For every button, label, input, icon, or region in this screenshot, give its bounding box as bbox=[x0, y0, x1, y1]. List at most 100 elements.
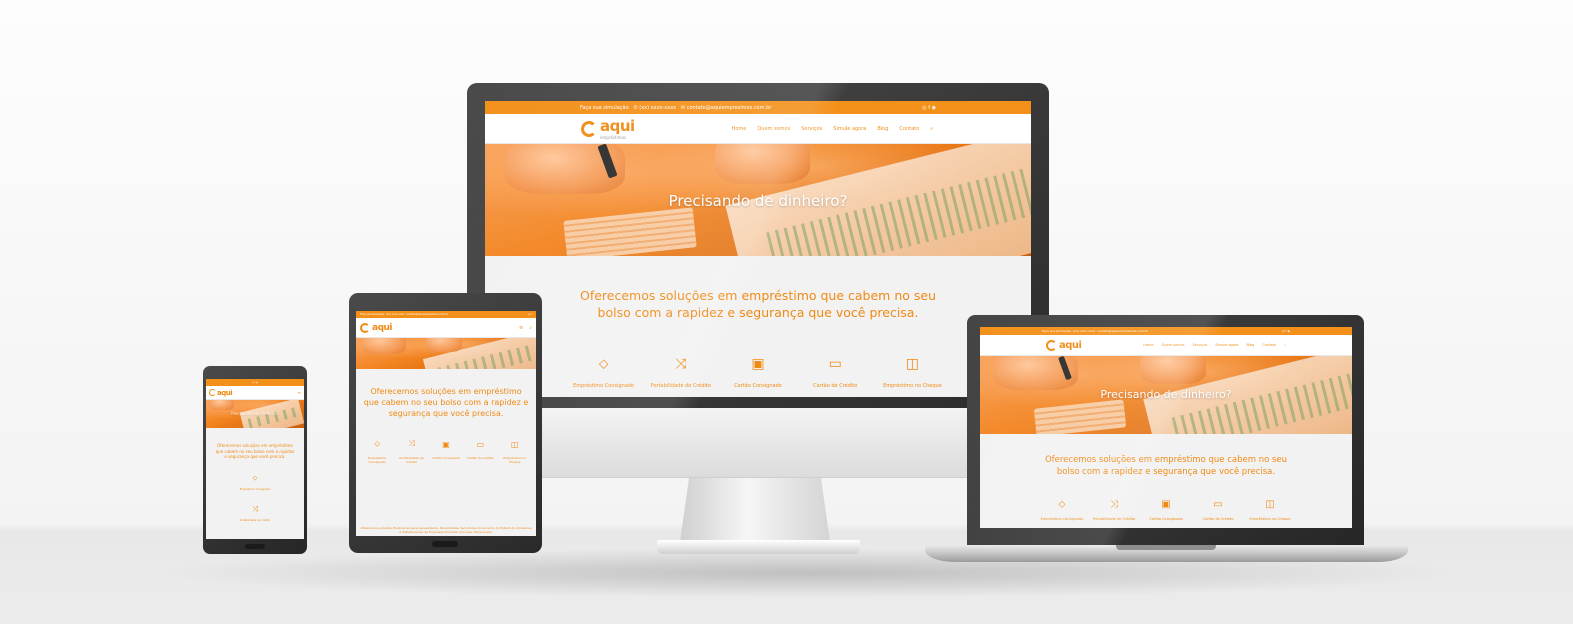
facebook-icon[interactable]: f bbox=[531, 313, 532, 316]
topbar-phone[interactable]: (xx) xxxx-xxxx bbox=[1073, 329, 1095, 333]
service-label: Empréstimo no Cheque bbox=[883, 383, 942, 389]
nav-blog[interactable]: Blog bbox=[877, 126, 888, 132]
nav-blog[interactable]: Blog bbox=[1246, 343, 1254, 347]
site-navbar: aqui empréstimos Home Quem somos Serviço… bbox=[485, 114, 1031, 144]
topbar-phone[interactable]: (xx) xxxx-xxxx bbox=[386, 313, 404, 316]
whatsapp-icon[interactable]: ◉ bbox=[932, 105, 936, 111]
service-cartao-credito[interactable]: ▭ Cartão de Crédito bbox=[1192, 498, 1244, 522]
service-label: Portabilidade de Crédito bbox=[239, 518, 271, 522]
services-list: ⬦ Empréstimo Consignado ⤨ Portabilidade … bbox=[206, 474, 304, 536]
footer-text: Oferecemos soluções financeiras para Apo… bbox=[360, 526, 532, 534]
topbar-email[interactable]: contato@aquiempresimos.com.br bbox=[1097, 329, 1148, 333]
search-icon[interactable]: ⌕ bbox=[1284, 343, 1286, 347]
nav-servicos[interactable]: Serviços bbox=[1193, 343, 1208, 347]
nav-simule-agora[interactable]: Simule agora bbox=[833, 126, 866, 132]
shuffle-icon: ⤨ bbox=[408, 439, 415, 448]
id-card-icon: ▣ bbox=[751, 356, 765, 372]
topbar-email[interactable]: contato@aquiempresimos.com.br bbox=[406, 313, 448, 316]
nav-quem-somos[interactable]: Quem somos bbox=[1162, 343, 1185, 347]
site-navbar: aqui Home Quem somos Serviços Simule ago… bbox=[980, 335, 1352, 356]
simulacao-link[interactable]: Faça sua simulação bbox=[1042, 329, 1071, 333]
facebook-icon[interactable]: f bbox=[928, 105, 930, 111]
service-label: Empréstimo Consignado bbox=[368, 456, 387, 464]
topbar-contact: Faça sua simulação (xx) xxxx-xxxx contat… bbox=[360, 313, 448, 316]
nav-servicos[interactable]: Serviços bbox=[801, 126, 822, 132]
hero-title: Precisando de dinheiro? bbox=[668, 192, 848, 210]
service-label: Empréstimo Consignado bbox=[1040, 517, 1084, 521]
service-portabilidade[interactable]: ⤨ Portabilidade de Crédito bbox=[240, 505, 270, 522]
nav-contato[interactable]: Contato bbox=[899, 126, 919, 132]
site-logo[interactable]: aqui bbox=[1046, 339, 1082, 351]
service-cartao-consignado[interactable]: ▣ Cartão Consignado bbox=[1140, 498, 1192, 522]
nav-simule-agora[interactable]: Simule agora bbox=[1215, 343, 1238, 347]
service-emprestimo-cheque[interactable]: ◫ Empréstimo no Cheque bbox=[874, 355, 951, 389]
logo-word: aqui bbox=[372, 322, 393, 333]
hero-title: Precisando de dinheiro? bbox=[1100, 388, 1232, 401]
shuffle-icon: ⤨ bbox=[252, 504, 258, 513]
service-emprestimo-consignado[interactable]: ⬦ Empréstimo Consignado bbox=[360, 439, 394, 464]
simulacao-link[interactable]: Faça sua simulação bbox=[580, 105, 629, 111]
logo-mark-icon bbox=[360, 322, 370, 333]
social-icons: ◎ f ◉ bbox=[1282, 329, 1290, 333]
service-cartao-credito[interactable]: ▭ Cartão de Crédito bbox=[463, 439, 497, 464]
whatsapp-icon[interactable]: ◉ bbox=[1287, 329, 1290, 333]
topbar-phone[interactable]: (xx) xxxx-xxxx bbox=[639, 105, 676, 111]
logo-text: aqui empréstimos bbox=[600, 117, 635, 140]
instagram-icon[interactable]: ◎ bbox=[1282, 329, 1285, 333]
service-portabilidade[interactable]: ⤨ Portabilidade de Crédito bbox=[395, 439, 429, 464]
logo-text: aqui bbox=[217, 389, 233, 397]
services-row: ⬦ Empréstimo Consignado ⤨ Portabilidade … bbox=[1036, 498, 1296, 522]
tablet-home-button bbox=[432, 541, 458, 547]
wallet-icon: ◫ bbox=[905, 356, 920, 372]
whatsapp-icon[interactable]: ◉ bbox=[256, 382, 258, 384]
tagline: Oferecemos soluções em empréstimo que ca… bbox=[580, 288, 936, 320]
service-label: Empréstimo Consignado bbox=[573, 383, 635, 389]
nav-home[interactable]: Home bbox=[1143, 343, 1153, 347]
money-tag-icon: ⬦ bbox=[1058, 498, 1066, 510]
service-emprestimo-consignado[interactable]: ⬦ Empréstimo Consignado bbox=[240, 474, 271, 491]
service-label: Portabilidade de Crédito bbox=[1092, 517, 1136, 521]
service-cartao-consignado[interactable]: ▣ Cartão Consignado bbox=[719, 355, 796, 389]
service-cartao-consignado[interactable]: ▣ Cartão Consignado bbox=[429, 439, 463, 464]
logo-word: aqui bbox=[600, 117, 635, 135]
money-tag-icon: ⬦ bbox=[252, 473, 258, 482]
service-portabilidade[interactable]: ⤨ Portabilidade de Crédito bbox=[1088, 498, 1140, 522]
menu-icon[interactable]: ≡ bbox=[298, 390, 301, 395]
money-tag-icon: ⬦ bbox=[374, 439, 380, 448]
tablet-website-screen: Faça sua simulação (xx) xxxx-xxxx contat… bbox=[356, 311, 536, 536]
site-logo[interactable]: aqui empréstimos bbox=[581, 117, 635, 140]
logo-text: aqui bbox=[372, 322, 393, 333]
service-label: Empréstimo no Cheque bbox=[503, 456, 527, 464]
logo-mark-icon bbox=[581, 120, 597, 137]
simulacao-link[interactable]: Faça sua simulação bbox=[360, 313, 384, 316]
search-icon[interactable]: ⌕ bbox=[529, 325, 532, 331]
menu-icon[interactable]: ≡ bbox=[519, 325, 523, 331]
topbar-email[interactable]: contato@aquiempresimos.com.br bbox=[687, 105, 772, 111]
nav-home[interactable]: Home bbox=[732, 126, 747, 132]
service-cartao-credito[interactable]: ▭ Cartão de Crédito bbox=[797, 355, 874, 389]
shuffle-icon: ⤨ bbox=[675, 356, 687, 372]
hero-banner: Precisando de dinheiro? bbox=[980, 356, 1352, 434]
service-emprestimo-cheque[interactable]: ◫ Empréstimo no Cheque bbox=[1244, 498, 1296, 522]
services-row: ⬦ Empréstimo Consignado ⤨ Portabilidade … bbox=[565, 355, 951, 389]
topbar-contact: Faça sua simulação ✆ (xx) xxxx-xxxx ✉ co… bbox=[580, 105, 771, 111]
search-icon[interactable]: ⌕ bbox=[930, 126, 933, 132]
logo-mark-icon bbox=[1046, 339, 1057, 351]
laptop-notch bbox=[1116, 545, 1216, 550]
service-emprestimo-consignado[interactable]: ⬦ Empréstimo Consignado bbox=[565, 355, 642, 389]
instagram-icon[interactable]: ◎ bbox=[528, 313, 530, 316]
nav-menu: ≡ bbox=[298, 390, 301, 395]
site-logo[interactable]: aqui bbox=[209, 389, 233, 397]
social-icons: ◎ f ◉ bbox=[252, 382, 258, 384]
site-topbar: Faça sua simulação (xx) xxxx-xxxx contat… bbox=[356, 311, 536, 318]
instagram-icon[interactable]: ◎ bbox=[922, 105, 926, 111]
service-emprestimo-consignado[interactable]: ⬦ Empréstimo Consignado bbox=[1036, 498, 1088, 522]
tagline: Oferecemos soluções em empréstimo que ca… bbox=[215, 443, 295, 459]
nav-quem-somos[interactable]: Quem somos bbox=[757, 126, 790, 132]
nav-contato[interactable]: Contato bbox=[1262, 343, 1276, 347]
service-portabilidade[interactable]: ⤨ Portabilidade de Crédito bbox=[642, 355, 719, 389]
service-emprestimo-cheque[interactable]: ◫ Empréstimo no Cheque bbox=[498, 439, 532, 465]
site-logo[interactable]: aqui bbox=[360, 322, 393, 333]
site-topbar: ◎ f ◉ bbox=[206, 379, 304, 386]
hero-calculator bbox=[563, 207, 697, 256]
